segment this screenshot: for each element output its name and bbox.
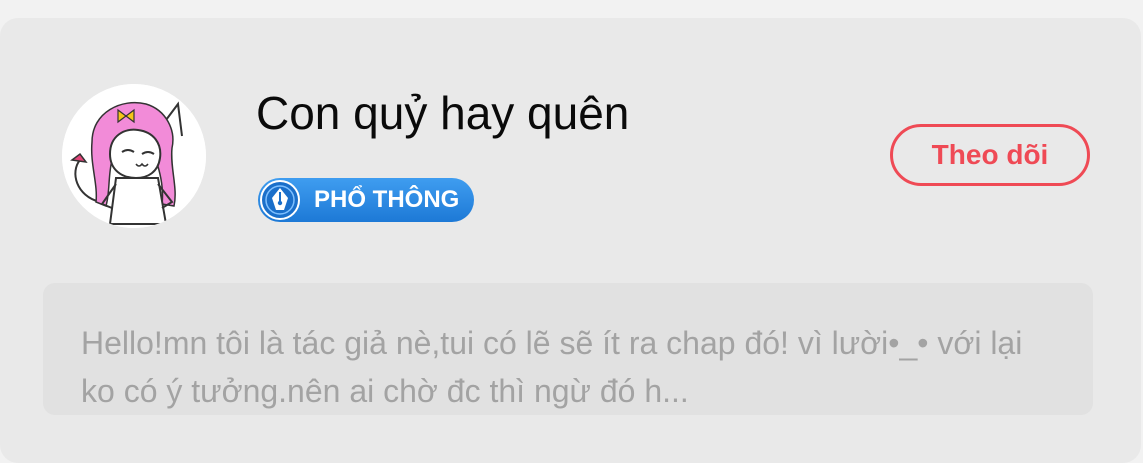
- fountain-pen-nib-icon: [260, 180, 300, 220]
- level-badge: PHỔ THÔNG: [258, 178, 474, 222]
- follow-button[interactable]: Theo dõi: [890, 124, 1090, 186]
- author-profile-card: Con quỷ hay quên PHỔ THÔNG Theo dõi Hell…: [0, 18, 1141, 463]
- badge-label: PHỔ THÔNG: [314, 186, 460, 213]
- bio-text: Hello!mn tôi là tác giả nè,tui có lẽ sẽ …: [81, 325, 1023, 409]
- avatar[interactable]: [62, 84, 206, 228]
- author-name[interactable]: Con quỷ hay quên: [256, 86, 629, 140]
- avatar-illustration: [62, 84, 206, 228]
- bio-box[interactable]: Hello!mn tôi là tác giả nè,tui có lẽ sẽ …: [43, 283, 1093, 415]
